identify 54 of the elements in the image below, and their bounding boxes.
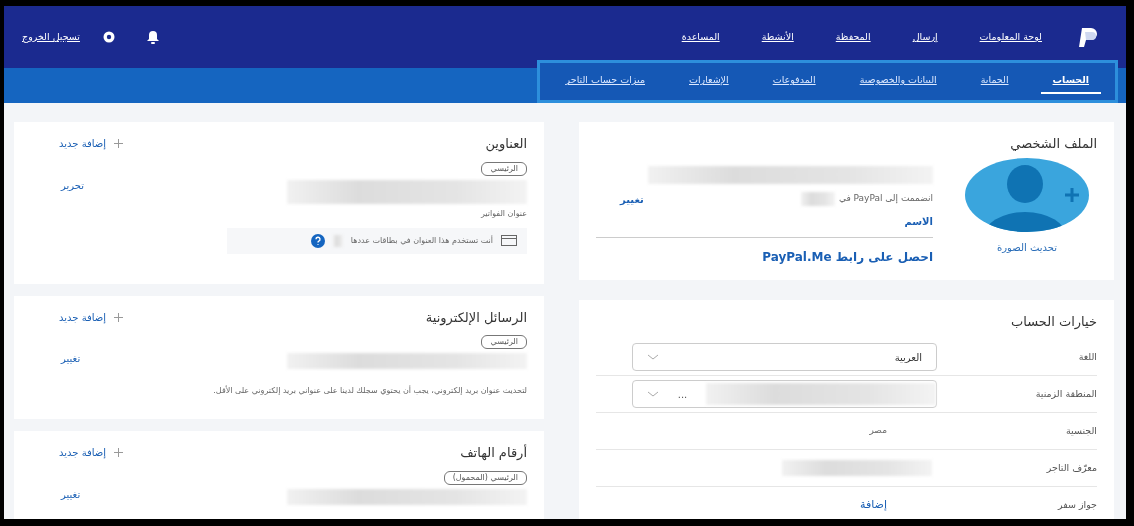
logout-link[interactable]: تسجيل الخروج: [22, 29, 80, 45]
plus-icon: [114, 139, 124, 149]
logo-icon[interactable]: [1076, 26, 1100, 48]
nav-tab[interactable]: المدفوعات: [760, 69, 828, 94]
field-label: معرّف التاجر: [1045, 460, 1097, 475]
notification-bell-icon[interactable]: [145, 30, 160, 44]
add-new-link[interactable]: إضافة جديد: [59, 445, 124, 461]
help-icon[interactable]: [310, 233, 325, 248]
field-label: المنطقة الزمنية: [1034, 386, 1097, 401]
address-caption: عنوان الفواتير: [479, 207, 527, 220]
plus-icon: [114, 312, 124, 322]
card-title: الرسائل الإلكترونية: [425, 308, 527, 327]
nav-tab[interactable]: الإشعارات: [677, 69, 741, 94]
name-link[interactable]: الاسم: [904, 213, 933, 229]
field-value: مصر: [869, 424, 887, 438]
dropdown[interactable]: العربية: [632, 343, 937, 371]
edit-link[interactable]: تغيير: [61, 486, 81, 505]
field-label: اللغة: [1077, 349, 1097, 364]
card-title: العناوين: [485, 135, 527, 154]
card-icon: [501, 235, 517, 246]
change-link[interactable]: تغيير: [620, 191, 644, 207]
info-text: لتحديث عنوان بريد إلكتروني، يجب أن يحتوي سجلك لدينا على عنواني بريد إلكتروني على الأقل.: [212, 385, 527, 397]
nav-link[interactable]: إرسال: [912, 29, 938, 45]
nav-link[interactable]: الأنشطة: [761, 29, 794, 45]
nav-tab[interactable]: البيانات والخصوصية: [847, 69, 949, 94]
avatar-icon[interactable]: [965, 157, 1089, 232]
edit-link[interactable]: تغيير: [61, 351, 81, 369]
card-title: الملف الشخصي: [1009, 135, 1097, 153]
nav-link[interactable]: المساعدة: [681, 29, 720, 45]
edit-link[interactable]: تحرير: [61, 177, 85, 254]
add-new-link[interactable]: إضافة جديد: [59, 136, 124, 152]
nav-tab[interactable]: الحساب: [1040, 69, 1101, 94]
primary-badge: الرئيسي: [481, 161, 527, 176]
primary-badge: الرئيسي (المحمول): [443, 470, 527, 485]
field-label: جواز سفر: [1056, 497, 1097, 512]
add-link[interactable]: إضافة: [860, 496, 887, 514]
nav-tab[interactable]: ميزات حساب التاجر: [553, 69, 657, 94]
joined-text: انضممت إلى PayPal في: [838, 191, 933, 206]
card-title: أرقام الهاتف: [460, 443, 527, 463]
primary-badge: الرئيسي: [481, 335, 527, 349]
blurred-text: [332, 234, 343, 247]
blurred-text: [800, 191, 835, 206]
card-title: خيارات الحساب: [1010, 312, 1097, 331]
dropdown[interactable]: ...: [632, 380, 937, 408]
nav-tab[interactable]: الحماية: [968, 69, 1021, 94]
add-new-link[interactable]: إضافة جديد: [59, 309, 124, 325]
notice-text: أنت تستخدم هذا العنوان في بطاقات عددها: [350, 234, 493, 247]
nav-link[interactable]: المحفظة: [835, 29, 871, 45]
update-photo-link[interactable]: تحديث الصورة: [997, 239, 1057, 255]
field-label: الجنسية: [1065, 423, 1097, 438]
settings-icon[interactable]: [101, 30, 116, 44]
paypal-me-link[interactable]: احصل على رابط PayPal.Me: [762, 249, 933, 264]
plus-icon: [114, 448, 124, 458]
nav-link[interactable]: لوحة المعلومات: [979, 29, 1042, 45]
